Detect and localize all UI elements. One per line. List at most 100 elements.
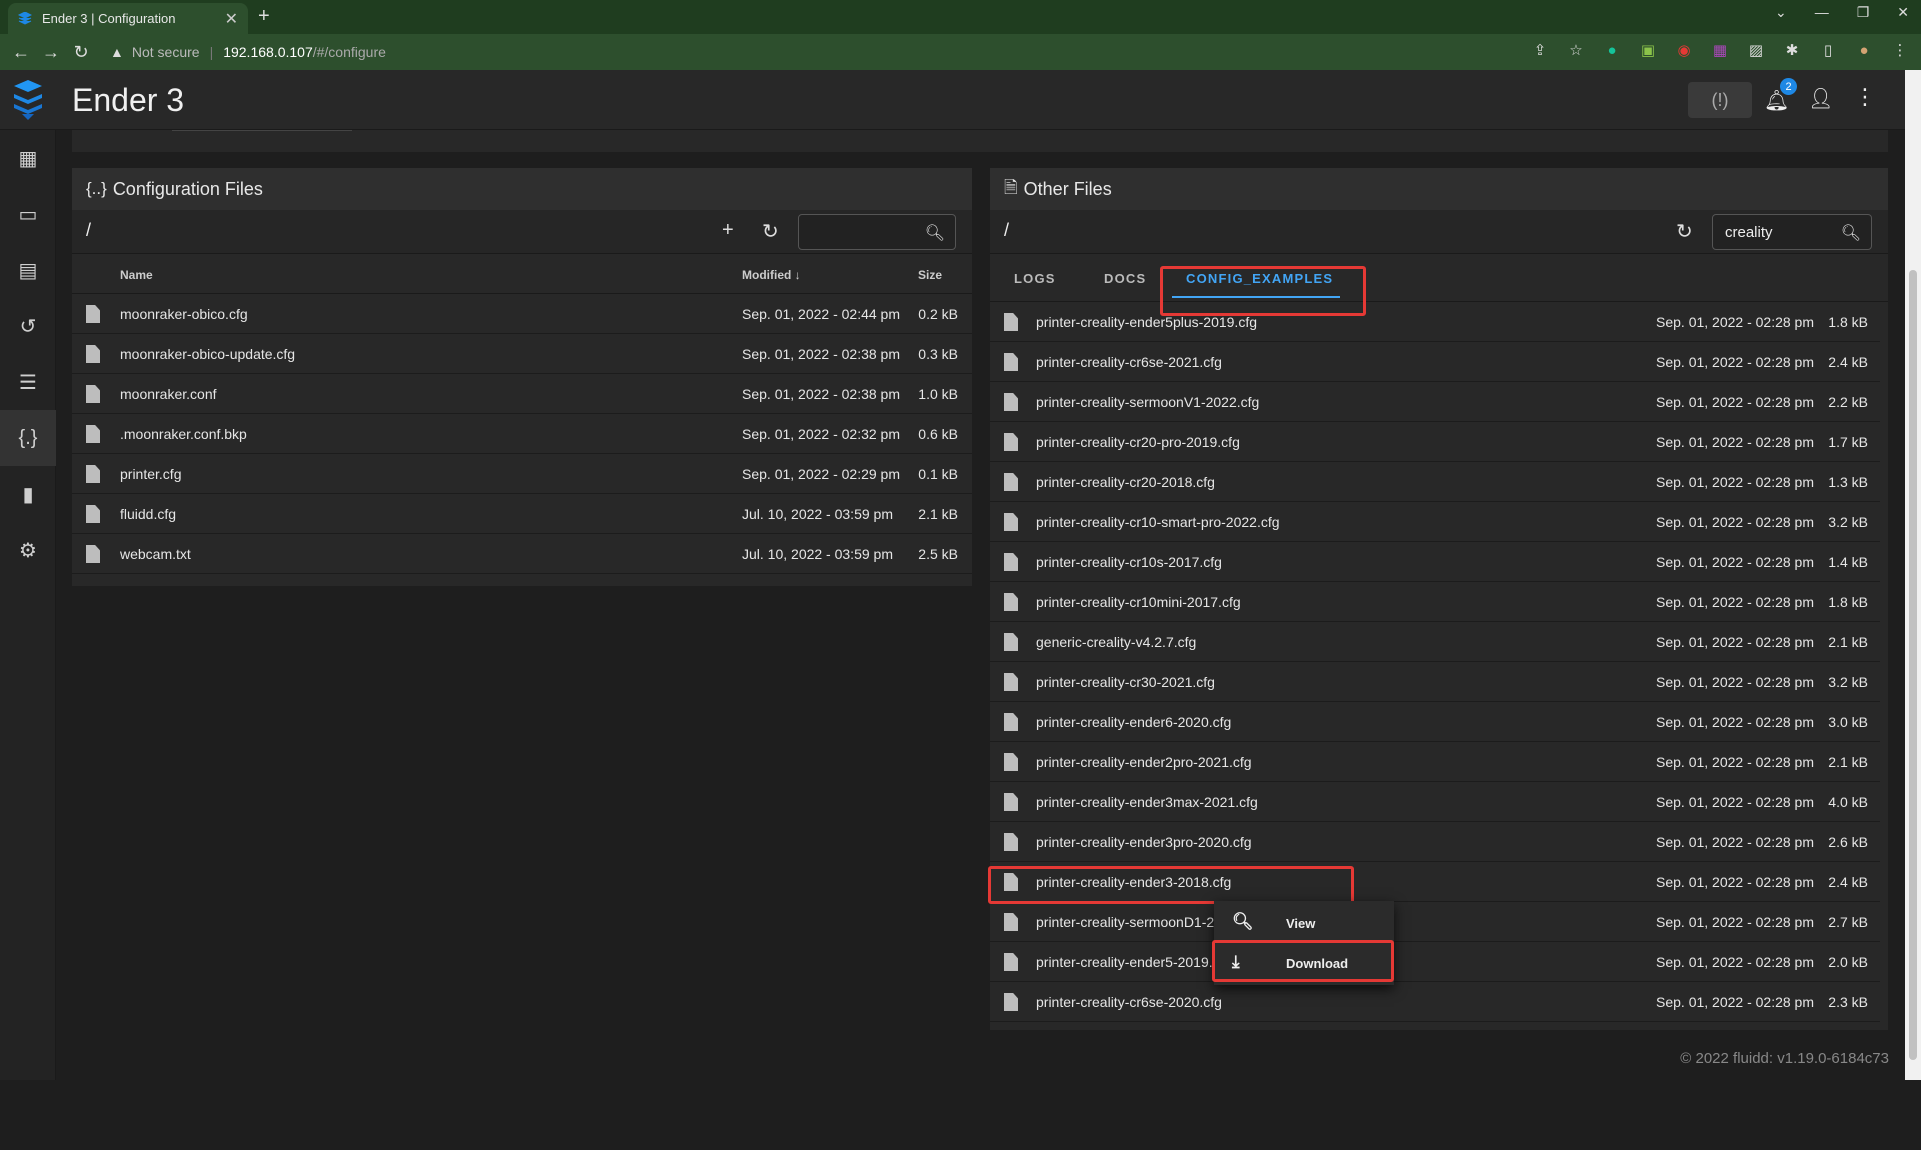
bookmark-star-icon[interactable]: ☆ bbox=[1567, 41, 1585, 59]
sidebar-item-console[interactable]: ▭ bbox=[0, 186, 56, 242]
table-row[interactable]: printer-creality-ender5plus-2019.cfg Sep.… bbox=[990, 302, 1880, 342]
tab-config-examples[interactable]: CONFIG_EXAMPLES bbox=[1186, 254, 1333, 302]
file-modified: Sep. 01, 2022 - 02:28 pm bbox=[1656, 554, 1814, 570]
console-icon: ▭ bbox=[18, 203, 38, 226]
restore-icon[interactable]: ❐ bbox=[1857, 4, 1870, 21]
other-search-value: creality bbox=[1725, 224, 1773, 241]
table-row[interactable]: printer-creality-cr6se-2021.cfg Sep. 01, … bbox=[990, 342, 1880, 382]
window-close-icon[interactable]: ✕ bbox=[1897, 4, 1909, 21]
file-modified: Sep. 01, 2022 - 02:28 pm bbox=[1656, 434, 1814, 450]
table-row[interactable]: printer-creality-cr20-2018.cfg Sep. 01, 2… bbox=[990, 462, 1880, 502]
sidebar-item-dashboard[interactable]: ▦ bbox=[0, 130, 56, 186]
file-size: 1.0 kB bbox=[918, 386, 958, 402]
extension-icon[interactable]: ▣ bbox=[1639, 41, 1657, 59]
configuration-files-title: Configuration Files bbox=[112, 178, 263, 199]
sidebar: ▦ ▭ ▤ ↺ ☰ {.} ▮ ⚙ bbox=[0, 130, 56, 1080]
braces-icon: {..} bbox=[86, 179, 107, 198]
emergency-stop-button[interactable]: (!) bbox=[1688, 82, 1752, 118]
table-row[interactable]: printer-creality-ender5-2019. Sep. 01, 20… bbox=[990, 942, 1880, 982]
file-modified: Sep. 01, 2022 - 02:28 pm bbox=[1656, 834, 1814, 850]
profile-avatar-icon[interactable]: ● bbox=[1855, 41, 1873, 59]
table-row[interactable]: printer-creality-ender6-2020.cfg Sep. 01,… bbox=[990, 702, 1880, 742]
table-row[interactable]: printer-creality-cr30-2021.cfg Sep. 01, 2… bbox=[990, 662, 1880, 702]
table-row[interactable]: printer-creality-ender3-2018.cfg Sep. 01,… bbox=[990, 862, 1880, 902]
refresh-icon[interactable]: ↻ bbox=[762, 219, 779, 244]
tab-search-icon[interactable]: ⌄ bbox=[1775, 4, 1787, 21]
settings-icon: ⚙ bbox=[19, 539, 37, 562]
table-row[interactable]: printer-creality-cr10-smart-pro-2022.cfg… bbox=[990, 502, 1880, 542]
add-file-icon[interactable]: + bbox=[722, 219, 734, 242]
table-row[interactable]: printer.cfg Sep. 01, 2022 - 02:29 pm 0.1 k… bbox=[72, 454, 972, 494]
file-size: 0.6 kB bbox=[918, 426, 958, 442]
table-row[interactable]: printer-creality-ender3max-2021.cfg Sep. … bbox=[990, 782, 1880, 822]
file-modified: Sep. 01, 2022 - 02:28 pm bbox=[1656, 794, 1814, 810]
reload-icon[interactable]: ↻ bbox=[66, 42, 96, 63]
search-icon: 🔍︎ bbox=[924, 225, 945, 242]
file-modified: Sep. 01, 2022 - 02:28 pm bbox=[1656, 594, 1814, 610]
page-scrollbar-thumb[interactable] bbox=[1909, 270, 1917, 1060]
other-search-input[interactable]: creality 🔍︎ bbox=[1712, 214, 1872, 250]
table-row[interactable]: moonraker-obico.cfg Sep. 01, 2022 - 02:44… bbox=[72, 294, 972, 334]
side-panel-icon[interactable]: ▯ bbox=[1819, 41, 1837, 59]
table-row[interactable]: printer-creality-cr10mini-2017.cfg Sep. 0… bbox=[990, 582, 1880, 622]
grammarly-extension-icon[interactable]: ● bbox=[1603, 41, 1621, 59]
table-row[interactable]: printer-creality-sermoonD1-2 Sep. 01, 202… bbox=[990, 902, 1880, 942]
table-row[interactable]: webcam.txt Jul. 10, 2022 - 03:59 pm 2.5 kB bbox=[72, 534, 972, 574]
file-modified: Sep. 01, 2022 - 02:28 pm bbox=[1656, 314, 1814, 330]
file-icon bbox=[1004, 313, 1018, 331]
other-files-tabs: LOGS DOCS CONFIG_EXAMPLES bbox=[990, 254, 1888, 302]
sidebar-item-configure[interactable]: {.} bbox=[0, 410, 56, 466]
new-tab-icon[interactable]: + bbox=[258, 5, 270, 28]
refresh-icon[interactable]: ↻ bbox=[1676, 219, 1693, 244]
file-size: 0.3 kB bbox=[918, 346, 958, 362]
extension-icon[interactable]: ◉ bbox=[1675, 41, 1693, 59]
app-menu-icon[interactable]: ⋮ bbox=[1854, 84, 1876, 110]
table-row[interactable]: printer-creality-ender3pro-2020.cfg Sep. … bbox=[990, 822, 1880, 862]
address-bar[interactable]: ▲ Not secure | 192.168.0.107 /#/configur… bbox=[110, 38, 1540, 66]
extension-icon[interactable]: ▦ bbox=[1711, 41, 1729, 59]
puzzle-icon[interactable]: ✱ bbox=[1783, 41, 1801, 59]
sidebar-item-settings[interactable]: ⚙ bbox=[0, 522, 56, 578]
back-icon[interactable]: ← bbox=[6, 42, 36, 63]
user-account-icon[interactable]: 👤︎ bbox=[1808, 86, 1833, 111]
file-name: printer-creality-cr6se-2021.cfg bbox=[1036, 354, 1222, 370]
tab-logs[interactable]: LOGS bbox=[1014, 254, 1056, 302]
file-name: generic-creality-v4.2.7.cfg bbox=[1036, 634, 1197, 650]
url-path: /#/configure bbox=[312, 44, 386, 60]
file-modified: Sep. 01, 2022 - 02:38 pm bbox=[742, 386, 900, 402]
column-header-name[interactable]: Name bbox=[120, 268, 153, 282]
table-row[interactable]: printer-creality-cr6se-2020.cfg Sep. 01, … bbox=[990, 982, 1880, 1022]
column-header-size[interactable]: Size bbox=[918, 268, 942, 282]
context-menu-view[interactable]: 🔍︎ View bbox=[1214, 903, 1394, 943]
share-icon[interactable]: ⇪ bbox=[1531, 41, 1549, 59]
extension-icon[interactable]: ▨ bbox=[1747, 41, 1765, 59]
table-row[interactable]: .moonraker.conf.bkp Sep. 01, 2022 - 02:32… bbox=[72, 414, 972, 454]
table-row[interactable]: printer-creality-ender2pro-2021.cfg Sep. … bbox=[990, 742, 1880, 782]
table-row[interactable]: printer-creality-sermoonV1-2022.cfg Sep. … bbox=[990, 382, 1880, 422]
file-name: printer-creality-cr30-2021.cfg bbox=[1036, 674, 1215, 690]
table-row[interactable]: printer-creality-cr10s-2017.cfg Sep. 01, … bbox=[990, 542, 1880, 582]
minimize-icon[interactable]: — bbox=[1815, 4, 1829, 21]
config-search-input[interactable]: 🔍︎ bbox=[798, 214, 956, 250]
browser-tab[interactable]: Ender 3 | Configuration ✕ bbox=[8, 3, 248, 34]
table-row[interactable]: moonraker.conf Sep. 01, 2022 - 02:38 pm 1.… bbox=[72, 374, 972, 414]
forward-icon[interactable]: → bbox=[36, 42, 66, 63]
context-menu-download-label: Download bbox=[1286, 956, 1349, 971]
file-name: printer.cfg bbox=[120, 466, 182, 482]
browser-menu-icon[interactable]: ⋮ bbox=[1891, 41, 1909, 59]
table-row[interactable]: generic-creality-v4.2.7.cfg Sep. 01, 2022… bbox=[990, 622, 1880, 662]
sidebar-item-history[interactable]: ↺ bbox=[0, 298, 56, 354]
column-header-modified[interactable]: Modified ↓ bbox=[742, 268, 801, 282]
sidebar-item-jobs[interactable]: ▤ bbox=[0, 242, 56, 298]
file-size: 4.0 kB bbox=[1828, 794, 1868, 810]
tab-docs[interactable]: DOCS bbox=[1104, 254, 1146, 302]
tab-close-icon[interactable]: ✕ bbox=[225, 9, 238, 29]
table-row[interactable]: printer-creality-cr20-pro-2019.cfg Sep. 0… bbox=[990, 422, 1880, 462]
table-row[interactable]: fluidd.cfg Jul. 10, 2022 - 03:59 pm 2.1 kB bbox=[72, 494, 972, 534]
sidebar-item-system[interactable]: ▮ bbox=[0, 466, 56, 522]
sidebar-item-tune[interactable]: ☰ bbox=[0, 354, 56, 410]
fluidd-logo-icon[interactable] bbox=[8, 78, 48, 122]
table-row[interactable]: moonraker-obico-update.cfg Sep. 01, 2022 … bbox=[72, 334, 972, 374]
jobs-icon: ▤ bbox=[18, 259, 38, 282]
context-menu-download[interactable]: ⤓ Download bbox=[1214, 943, 1394, 983]
